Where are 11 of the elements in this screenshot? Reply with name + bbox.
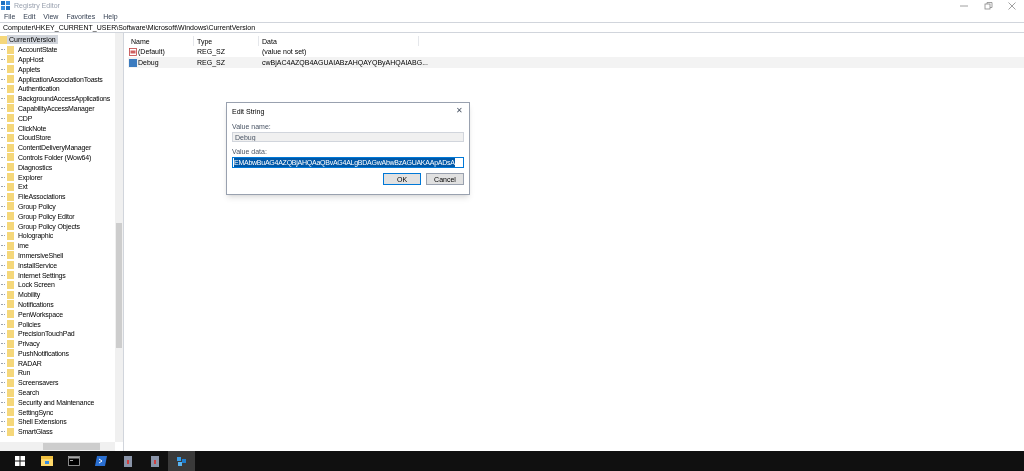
vertical-scrollbar[interactable] — [115, 33, 123, 442]
document-icon — [150, 455, 159, 467]
folder-icon — [40, 456, 53, 466]
powershell-icon — [94, 456, 107, 466]
close-button[interactable]: ✕ — [454, 107, 464, 115]
terminal-icon — [67, 456, 80, 466]
windows-icon — [14, 456, 25, 466]
cubes-icon — [176, 455, 187, 467]
document-icon — [123, 455, 132, 467]
app-icon — [1, 1, 10, 10]
horizontal-scrollbar[interactable] — [0, 442, 115, 451]
